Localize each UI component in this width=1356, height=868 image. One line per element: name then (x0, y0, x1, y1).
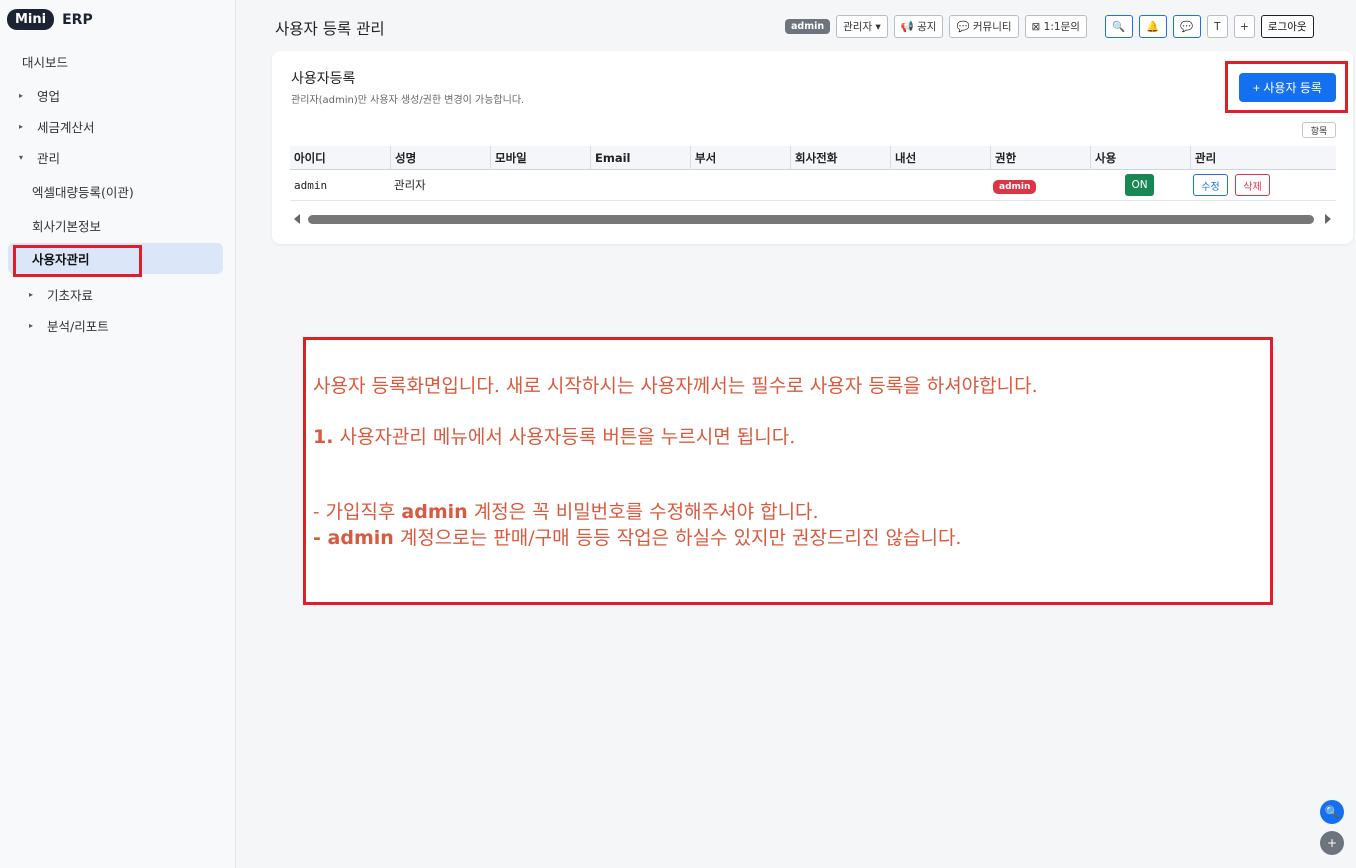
sidebar-item-management[interactable]: ▾ 관리 (19, 148, 60, 167)
scroll-left-icon[interactable] (294, 214, 300, 224)
sidebar: Mini ERP 대시보드 ▸ 영업 ▸ 세금계산서 ▾ 관리 엑셀대량등록(이… (0, 0, 236, 868)
cell-phone (790, 170, 794, 201)
scroll-right-icon[interactable] (1325, 214, 1331, 224)
column-header[interactable]: 회사전화 (790, 146, 890, 170)
floating-plus-icon[interactable]: + (1320, 831, 1344, 855)
caret-right-icon: ▸ (29, 321, 34, 330)
sidebar-item-excel-import[interactable]: 엑셀대량등록(이관) (32, 182, 134, 201)
sidebar-item-company-info[interactable]: 회사기본정보 (32, 216, 101, 235)
note-text: - 가입직후 (313, 501, 402, 523)
role-select[interactable]: 관리자 ▾ (836, 15, 888, 38)
cell-id: admin (294, 179, 328, 192)
sidebar-item-analysis-report[interactable]: ▸ 분석/리포트 (29, 316, 109, 335)
note-bold: admin (327, 527, 394, 549)
column-header[interactable]: 아이디 (290, 146, 390, 170)
sidebar-item-label: 회사기본정보 (32, 219, 102, 234)
cell-name: 관리자 (394, 178, 426, 192)
note-text: 계정은 꼭 비밀번호를 수정해주셔야 합니다. (467, 501, 819, 523)
sidebar-item-label: 분석/리포트 (47, 319, 109, 334)
brand-text: ERP (62, 11, 93, 28)
card-subtitle: 관리자(admin)만 사용자 생성/권한 변경이 가능합니다. (291, 95, 525, 106)
column-header[interactable]: 내선 (890, 146, 990, 170)
chat-icon[interactable]: 💬 (1172, 15, 1201, 38)
note-line: - 가입직후 admin 계정은 꼭 비밀번호를 수정해주셔야 합니다. (313, 497, 819, 524)
sidebar-item-label: 대시보드 (22, 55, 69, 70)
note-bold: admin (401, 501, 468, 523)
cell-dept (690, 170, 694, 201)
column-header[interactable]: 성명 (390, 146, 490, 170)
column-header[interactable]: 사용 (1090, 146, 1190, 170)
inquiry-button[interactable]: ⊠ 1:1문의 (1024, 15, 1087, 38)
column-header[interactable]: 부서 (690, 146, 790, 170)
role-badge: admin (993, 180, 1037, 194)
floating-search-icon[interactable]: 🔍 (1320, 800, 1344, 824)
sidebar-item-label: 엑셀대량등록(이관) (32, 185, 134, 200)
highlight-box-add-user (1225, 61, 1348, 113)
cell-ext (890, 170, 894, 201)
page-title: 사용자 등록 관리 (275, 20, 385, 38)
bell-icon[interactable]: 🔔 (1138, 15, 1167, 38)
caret-right-icon: ▸ (19, 122, 24, 131)
brand-logo[interactable]: Mini ERP (7, 9, 93, 30)
top-toolbar: admin 관리자 ▾ 📢 공지 💬 커뮤니티 ⊠ 1:1문의 🔍 🔔 💬 T … (785, 15, 1314, 38)
highlight-box-user-management (13, 245, 142, 277)
sidebar-item-label: 관리 (37, 151, 61, 166)
note-number: 1. (313, 426, 334, 448)
cell-email (590, 170, 594, 201)
caret-down-icon: ▾ (19, 153, 24, 162)
note-line: - admin 계정으로는 판매/구매 등등 작업은 하실수 있지만 권장드리진… (313, 523, 961, 550)
delete-button[interactable]: 삭제 (1235, 174, 1270, 196)
column-header[interactable]: 관리 (1190, 146, 1336, 170)
note-text: 사용자관리 메뉴에서 사용자등록 버튼을 누르시면 됩니다. (333, 426, 796, 448)
sidebar-item-tax-invoice[interactable]: ▸ 세금계산서 (19, 117, 95, 136)
brand-pill: Mini (7, 9, 55, 30)
sidebar-item-dashboard[interactable]: 대시보드 (22, 52, 68, 71)
caret-right-icon: ▸ (29, 290, 34, 299)
table-row[interactable]: admin 관리자 admin ON 수정 삭제 (290, 170, 1336, 201)
sidebar-item-label: 세금계산서 (37, 120, 95, 135)
notice-button[interactable]: 📢 공지 (893, 15, 944, 38)
cell-mobile (490, 170, 494, 201)
search-icon[interactable]: 🔍 (1104, 15, 1133, 38)
edit-button[interactable]: 수정 (1193, 174, 1228, 196)
user-register-card: 사용자등록 관리자(admin)만 사용자 생성/권한 변경이 가능합니다. +… (272, 51, 1353, 244)
use-toggle[interactable]: ON (1125, 174, 1154, 196)
column-header[interactable]: Email (590, 146, 690, 170)
note-line: 1. 사용자관리 메뉴에서 사용자등록 버튼을 누르시면 됩니다. (313, 422, 795, 449)
community-button[interactable]: 💬 커뮤니티 (949, 15, 1019, 38)
plus-button[interactable]: + (1233, 15, 1255, 38)
horizontal-scrollbar[interactable] (308, 215, 1314, 224)
card-title: 사용자등록 (291, 71, 356, 87)
sidebar-item-label: 기초자료 (47, 288, 94, 303)
note-text: 계정으로는 판매/구매 등등 작업은 하실수 있지만 권장드리진 않습니다. (393, 527, 962, 549)
column-header[interactable]: 모바일 (490, 146, 590, 170)
table-header: 아이디 성명 모바일 Email 부서 회사전화 내선 권한 사용 관리 (290, 146, 1336, 170)
text-size-button[interactable]: T (1206, 15, 1228, 38)
note-line: 사용자 등록화면입니다. 새로 시작하시는 사용자께서는 필수로 사용자 등록을… (313, 375, 1038, 397)
note-bold: - (313, 527, 328, 549)
column-header[interactable]: 권한 (990, 146, 1090, 170)
sidebar-item-sales[interactable]: ▸ 영업 (19, 86, 60, 105)
instruction-note: 사용자 등록화면입니다. 새로 시작하시는 사용자께서는 필수로 사용자 등록을… (303, 337, 1273, 605)
user-badge: admin (785, 19, 831, 34)
sidebar-item-master-data[interactable]: ▸ 기초자료 (29, 285, 93, 304)
sidebar-item-label: 영업 (37, 89, 61, 104)
columns-button[interactable]: 항목 (1302, 122, 1336, 138)
logout-button[interactable]: 로그아웃 (1260, 15, 1314, 38)
caret-right-icon: ▸ (19, 91, 24, 100)
